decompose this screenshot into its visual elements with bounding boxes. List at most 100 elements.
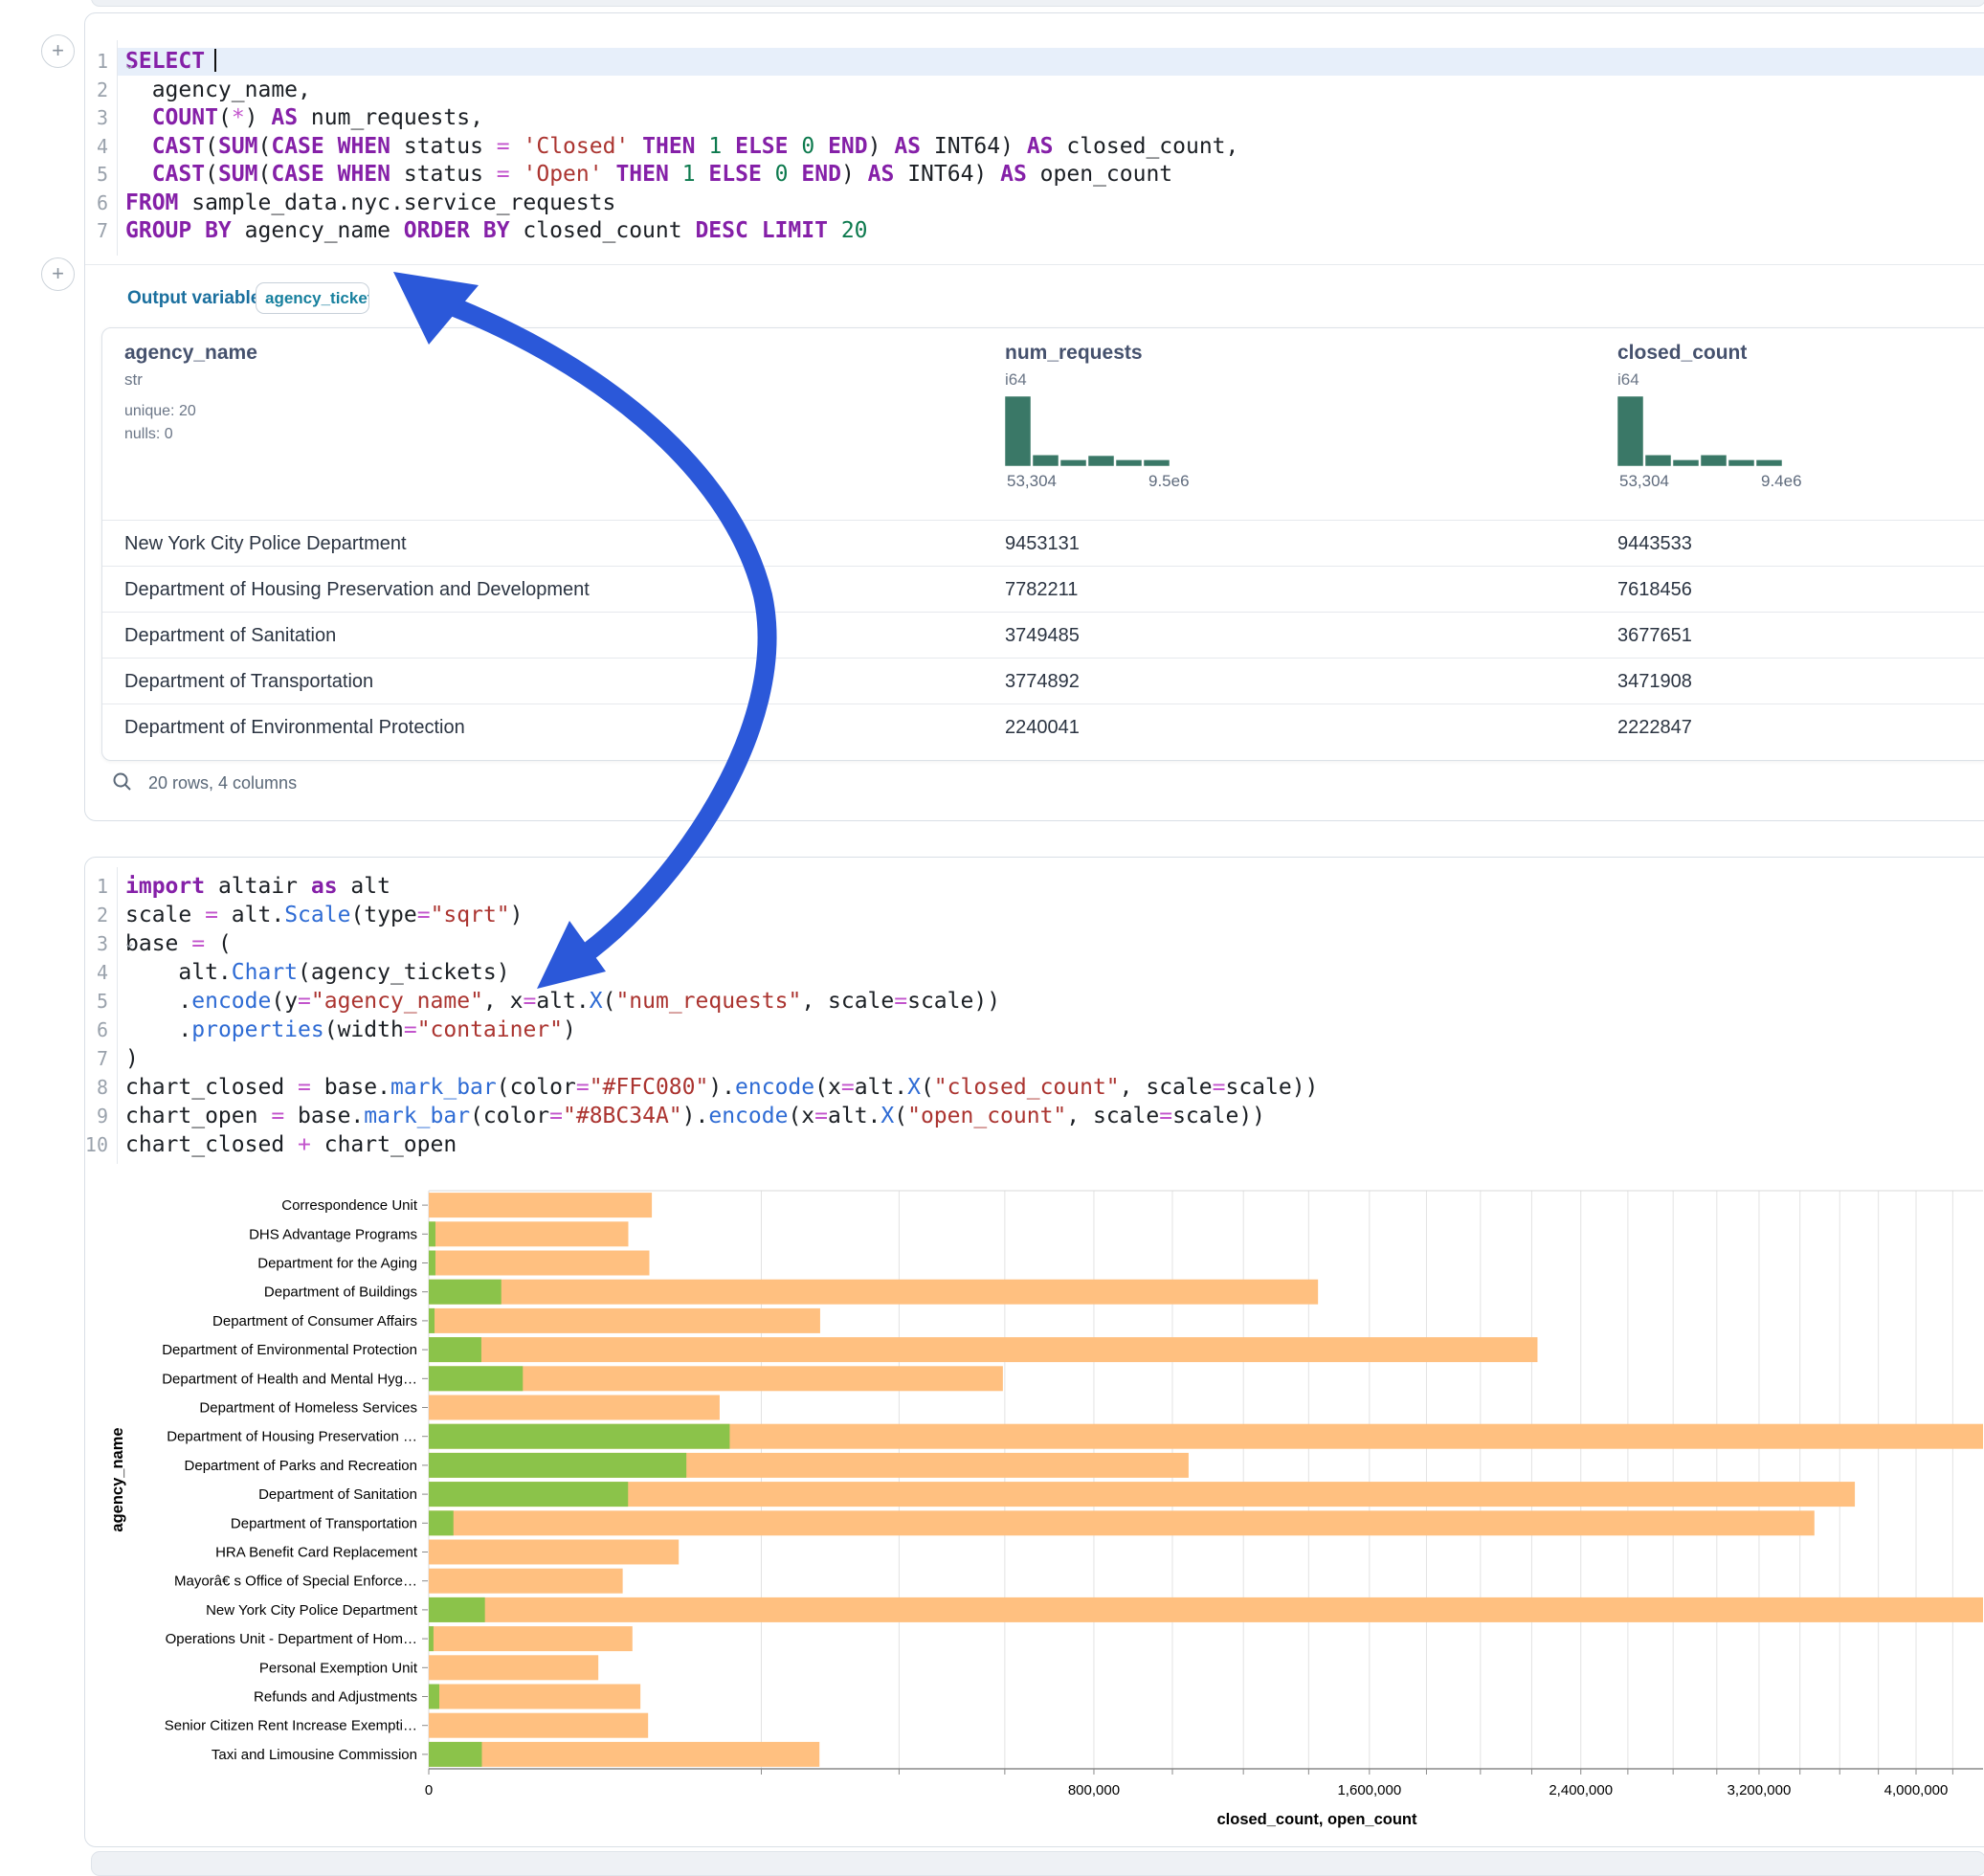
column-type: str [124,370,143,390]
fold-chevron-icon[interactable]: ⌄ [123,934,136,951]
active-line-highlight [118,48,1984,76]
table-row[interactable]: Department of Environmental Protection 2… [102,704,1984,750]
svg-text:4,000,000: 4,000,000 [1884,1782,1949,1798]
svg-text:Department of Sanitation: Department of Sanitation [258,1486,417,1503]
svg-text:800,000: 800,000 [1068,1782,1120,1798]
svg-text:DHS Advantage Programs: DHS Advantage Programs [249,1226,417,1242]
column-stat-nulls: nulls: 0 [124,426,173,443]
code-line[interactable]: CAST(SUM(CASE WHEN status = 'Closed' THE… [125,133,1238,161]
code-line[interactable]: chart_open = base.mark_bar(color="#8BC34… [125,1103,1265,1130]
cell-num-requests: 9453131 [1005,521,1080,567]
cell-num-requests: 7782211 [1005,567,1078,613]
row-count-label: 20 rows, 4 columns [148,773,297,793]
code-line[interactable]: agency_name, [125,77,311,104]
code-line[interactable]: FROM sample_data.nyc.service_requests [125,190,615,217]
code-line[interactable]: alt.Chart(agency_tickets) [125,959,510,987]
line-number: 2 [74,77,108,104]
table-row[interactable]: Department of Sanitation 3749485 3677651 [102,612,1984,659]
code-line[interactable]: CAST(SUM(CASE WHEN status = 'Open' THEN … [125,161,1172,189]
svg-text:Department of Buildings: Department of Buildings [264,1284,417,1301]
cell-agency-name: New York City Police Department [124,521,407,567]
svg-text:Department of Parks and Recrea: Department of Parks and Recreation [185,1458,417,1474]
code-line[interactable]: chart_closed = base.mark_bar(color="#FFC… [125,1074,1318,1102]
svg-text:Department of Environmental Pr: Department of Environmental Protection [162,1342,417,1358]
svg-text:Senior Citizen Rent Increase E: Senior Citizen Rent Increase Exempti… [165,1718,417,1734]
line-number: 10 [74,1131,108,1159]
line-number: 6 [74,190,108,217]
line-number: 5 [74,161,108,189]
svg-text:agency_name: agency_name [109,1427,126,1531]
divider [85,264,1984,265]
code-line[interactable]: SELECT [125,48,216,76]
output-variable-pill[interactable]: agency_tickets [256,282,369,314]
cell-closed-count: 3677651 [1617,613,1692,659]
line-number: 3 [74,104,108,132]
gutter-divider [117,40,118,256]
fold-chevron-icon[interactable]: ⌄ [123,56,136,73]
histogram-min-label: 53,304 [1619,472,1669,491]
svg-text:2,400,000: 2,400,000 [1549,1782,1613,1798]
cell-num-requests: 3749485 [1005,613,1080,659]
table-row[interactable]: New York City Police Department 9453131 … [102,520,1984,567]
line-number: 7 [74,217,108,245]
code-line[interactable]: import altair as alt [125,873,390,901]
cell-closed-count: 3471908 [1617,659,1692,704]
histogram-min-label: 53,304 [1007,472,1057,491]
svg-text:Department of Consumer Affairs: Department of Consumer Affairs [212,1313,417,1329]
svg-text:Department of Housing Preserva: Department of Housing Preservation … [167,1429,417,1445]
table-row[interactable]: Department of Housing Preservation and D… [102,566,1984,613]
cell-agency-name: Department of Housing Preservation and D… [124,567,590,613]
table-row[interactable]: Department of Transportation 3774892 347… [102,658,1984,704]
svg-text:HRA Benefit Card Replacement: HRA Benefit Card Replacement [215,1545,418,1561]
histogram-max-label: 9.4e6 [1761,472,1802,491]
svg-text:Refunds and Adjustments: Refunds and Adjustments [254,1689,417,1706]
cell-agency-name: Department of Transportation [124,659,373,704]
output-variable-label: Output variable: [127,288,267,308]
code-line[interactable]: ) [125,1045,139,1073]
svg-text:Operations Unit - Department o: Operations Unit - Department of Hom… [166,1631,417,1647]
line-number: 4 [74,959,108,987]
gutter-divider [117,867,118,1164]
column-name: agency_name [124,342,257,365]
cell-closed-count: 2222847 [1617,704,1692,750]
code-line[interactable]: .properties(width="container") [125,1016,576,1044]
line-number: 9 [74,1103,108,1130]
line-number: 1 [74,873,108,901]
search-icon[interactable] [112,771,133,793]
line-number: 4 [74,133,108,161]
line-number: 5 [74,988,108,1016]
code-line[interactable]: chart_closed + chart_open [125,1131,457,1159]
svg-text:Mayorâ€ s Office of Special En: Mayorâ€ s Office of Special Enforce… [174,1574,417,1590]
histogram-max-label: 9.5e6 [1148,472,1190,491]
svg-text:Correspondence Unit: Correspondence Unit [281,1197,418,1214]
svg-text:1,600,000: 1,600,000 [1337,1782,1401,1798]
code-line[interactable]: COUNT(*) AS num_requests, [125,104,483,132]
histogram [1617,391,1790,473]
svg-text:Department for the Aging: Department for the Aging [257,1256,417,1272]
altair-chart: Correspondence Unit DHS Advantage Program… [101,1164,1984,1834]
svg-text:closed_count, open_count: closed_count, open_count [1216,1811,1417,1828]
svg-text:Department of Health and Menta: Department of Health and Mental Hyg… [162,1371,417,1387]
svg-text:3,200,000: 3,200,000 [1728,1782,1792,1798]
line-number: 7 [74,1045,108,1073]
code-line[interactable]: scale = alt.Scale(type="sqrt") [125,902,524,929]
code-line[interactable]: GROUP BY agency_name ORDER BY closed_cou… [125,217,868,245]
line-number: 6 [74,1016,108,1044]
svg-text:Personal Exemption Unit: Personal Exemption Unit [259,1660,418,1676]
results-table: agency_name str unique: 20 nulls: 0 num_… [101,327,1984,761]
svg-text:Department of Homeless Service: Department of Homeless Services [199,1400,417,1417]
code-line[interactable]: .encode(y="agency_name", x=alt.X("num_re… [125,988,1000,1016]
svg-text:New York City Police Departmen: New York City Police Department [206,1602,418,1619]
output-variable-name: agency_tickets [256,283,368,313]
cell-num-requests: 3774892 [1005,659,1080,704]
code-line[interactable]: base = ( [125,930,232,958]
svg-text:Taxi and Limousine Commission: Taxi and Limousine Commission [212,1747,417,1763]
svg-text:0: 0 [425,1782,433,1798]
add-cell-button[interactable]: + [41,34,75,68]
cursor-caret [214,49,216,72]
cell-closed-count: 9443533 [1617,521,1692,567]
next-cell-edge [91,1851,1984,1876]
svg-text:Department of Transportation: Department of Transportation [231,1515,417,1531]
line-number: 8 [74,1074,108,1102]
add-cell-button[interactable]: + [41,257,75,291]
